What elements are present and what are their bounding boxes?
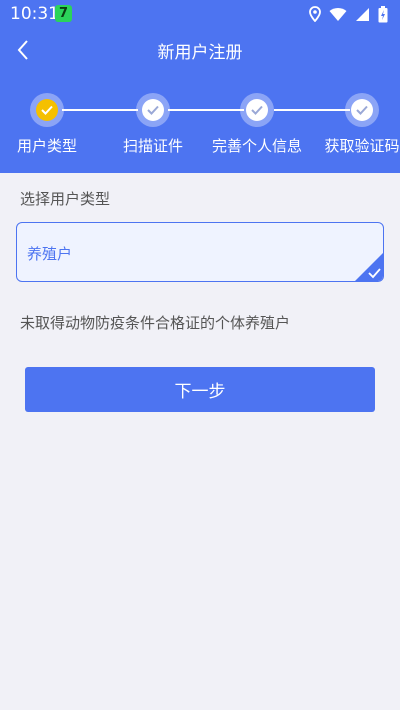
registration-steps: 用户类型 扫描证件 完善个人信息 获取验证码	[0, 88, 400, 158]
header: 10:31 7 新用户注册 用户类型 扫描证件 完善个人信息 获取验证码	[0, 0, 400, 173]
step-check-icon	[142, 99, 164, 121]
status-icons	[309, 4, 388, 24]
step-label: 扫描证件	[122, 137, 183, 155]
selected-check-icon	[355, 253, 383, 281]
user-type-label: 养殖户	[27, 245, 73, 263]
page-title: 新用户注册	[157, 43, 243, 63]
step-label: 用户类型	[16, 137, 77, 155]
section-label: 选择用户类型	[20, 190, 111, 208]
step-check-icon	[351, 99, 373, 121]
battery-charging-icon	[378, 5, 388, 22]
user-type-description: 未取得动物防疫条件合格证的个体养殖户	[20, 314, 291, 332]
status-bar: 10:31 7	[0, 0, 400, 28]
step-user-type: 用户类型	[0, 88, 97, 156]
step-check-icon	[36, 99, 58, 121]
app-notification-icon: 7	[55, 5, 72, 22]
user-type-option-breeder[interactable]: 养殖户	[16, 222, 384, 282]
step-check-icon	[246, 99, 268, 121]
next-step-button[interactable]: 下一步	[25, 367, 375, 412]
step-label: 完善个人信息	[211, 137, 302, 155]
step-verification-code: 获取验证码	[312, 88, 400, 156]
status-time: 10:31	[10, 4, 59, 24]
location-icon	[309, 6, 321, 22]
step-label: 获取验证码	[324, 137, 400, 155]
signal-icon	[356, 7, 369, 21]
step-personal-info: 完善个人信息	[207, 88, 307, 156]
nav-bar: 新用户注册	[0, 28, 400, 74]
step-scan-id: 扫描证件	[103, 88, 203, 156]
wifi-icon	[329, 7, 347, 21]
